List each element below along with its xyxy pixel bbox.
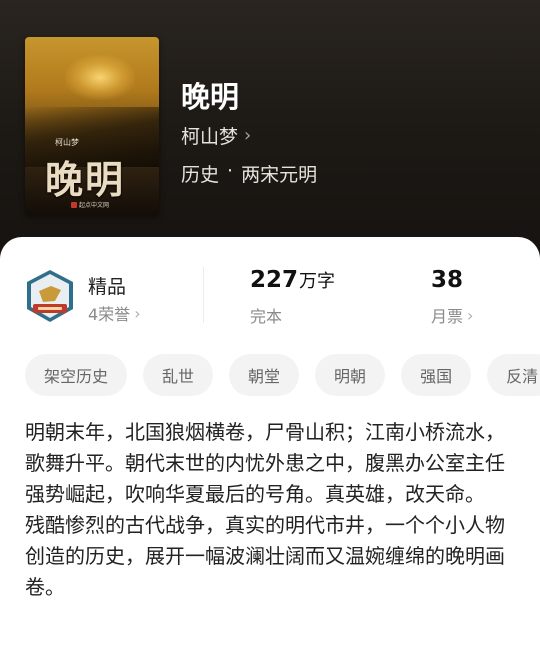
cover-sun [65, 55, 135, 100]
word-count: 227万字 [250, 267, 335, 293]
honors-count: 4荣誉 [88, 305, 131, 324]
author-name: 柯山梦 [181, 126, 239, 148]
honors-link[interactable]: 4荣誉 › [88, 301, 141, 325]
publisher-logo-icon [71, 201, 77, 208]
stats-divider [203, 267, 204, 323]
genre-sub[interactable]: 两宋元明 [241, 160, 317, 187]
cover-publisher: 起点中文网 [71, 200, 109, 209]
monthly-ticket-count: 38 [431, 267, 464, 293]
author-link[interactable]: 柯山梦 › [181, 122, 251, 149]
cover-author: 柯山梦 [55, 138, 79, 147]
description-paragraph: 残酷惨烈的古代战争，真实的明代市井，一个个小人物创造的历史，展开一幅波澜壮阔而又… [25, 513, 505, 599]
monthly-ticket-link[interactable]: 月票 › [431, 303, 473, 327]
stats-row: 精品 4荣誉 › 227万字 完本 38 月票 › [0, 237, 540, 337]
tag-list: 架空历史 乱世 朝堂 明朝 强国 反清 [25, 354, 540, 398]
cover-publisher-text: 起点中文网 [79, 202, 110, 209]
book-title: 晚明 [181, 80, 240, 114]
tag-chip[interactable]: 反清 [487, 354, 540, 396]
book-detail-sheet: 精品 4荣誉 › 227万字 完本 38 月票 › 架空历史 乱世 朝堂 明朝 … [0, 237, 540, 649]
book-description: 明朝末年，北国狼烟横卷，尸骨山积；江南小桥流水，歌舞升平。朝代末世的内忧外患之中… [25, 417, 517, 603]
monthly-ticket-label: 月票 [431, 307, 464, 326]
tag-chip[interactable]: 朝堂 [229, 354, 300, 396]
tag-chip[interactable]: 明朝 [315, 354, 386, 396]
chevron-right-icon: › [467, 305, 474, 325]
completion-status: 完本 [250, 307, 283, 326]
word-count-value: 227 [250, 267, 299, 293]
cover-title: 晚明 [45, 157, 126, 202]
quality-badge-icon [27, 270, 73, 322]
tag-chip[interactable]: 乱世 [143, 354, 214, 396]
chevron-right-icon: › [134, 303, 141, 323]
tag-chip[interactable]: 强国 [401, 354, 472, 396]
description-paragraph: 明朝末年，北国狼烟横卷，尸骨山积；江南小桥流水，歌舞升平。朝代末世的内忧外患之中… [25, 420, 505, 506]
quality-label: 精品 [88, 276, 127, 298]
genre-row: 历史 · 两宋元明 [181, 160, 317, 187]
genre-main[interactable]: 历史 [181, 160, 219, 187]
word-count-unit: 万字 [299, 271, 336, 292]
book-cover[interactable]: 柯山梦 晚明 起点中文网 [25, 37, 159, 215]
chevron-right-icon: › [244, 125, 252, 146]
tag-chip[interactable]: 架空历史 [25, 354, 128, 396]
genre-separator: · [227, 160, 234, 182]
